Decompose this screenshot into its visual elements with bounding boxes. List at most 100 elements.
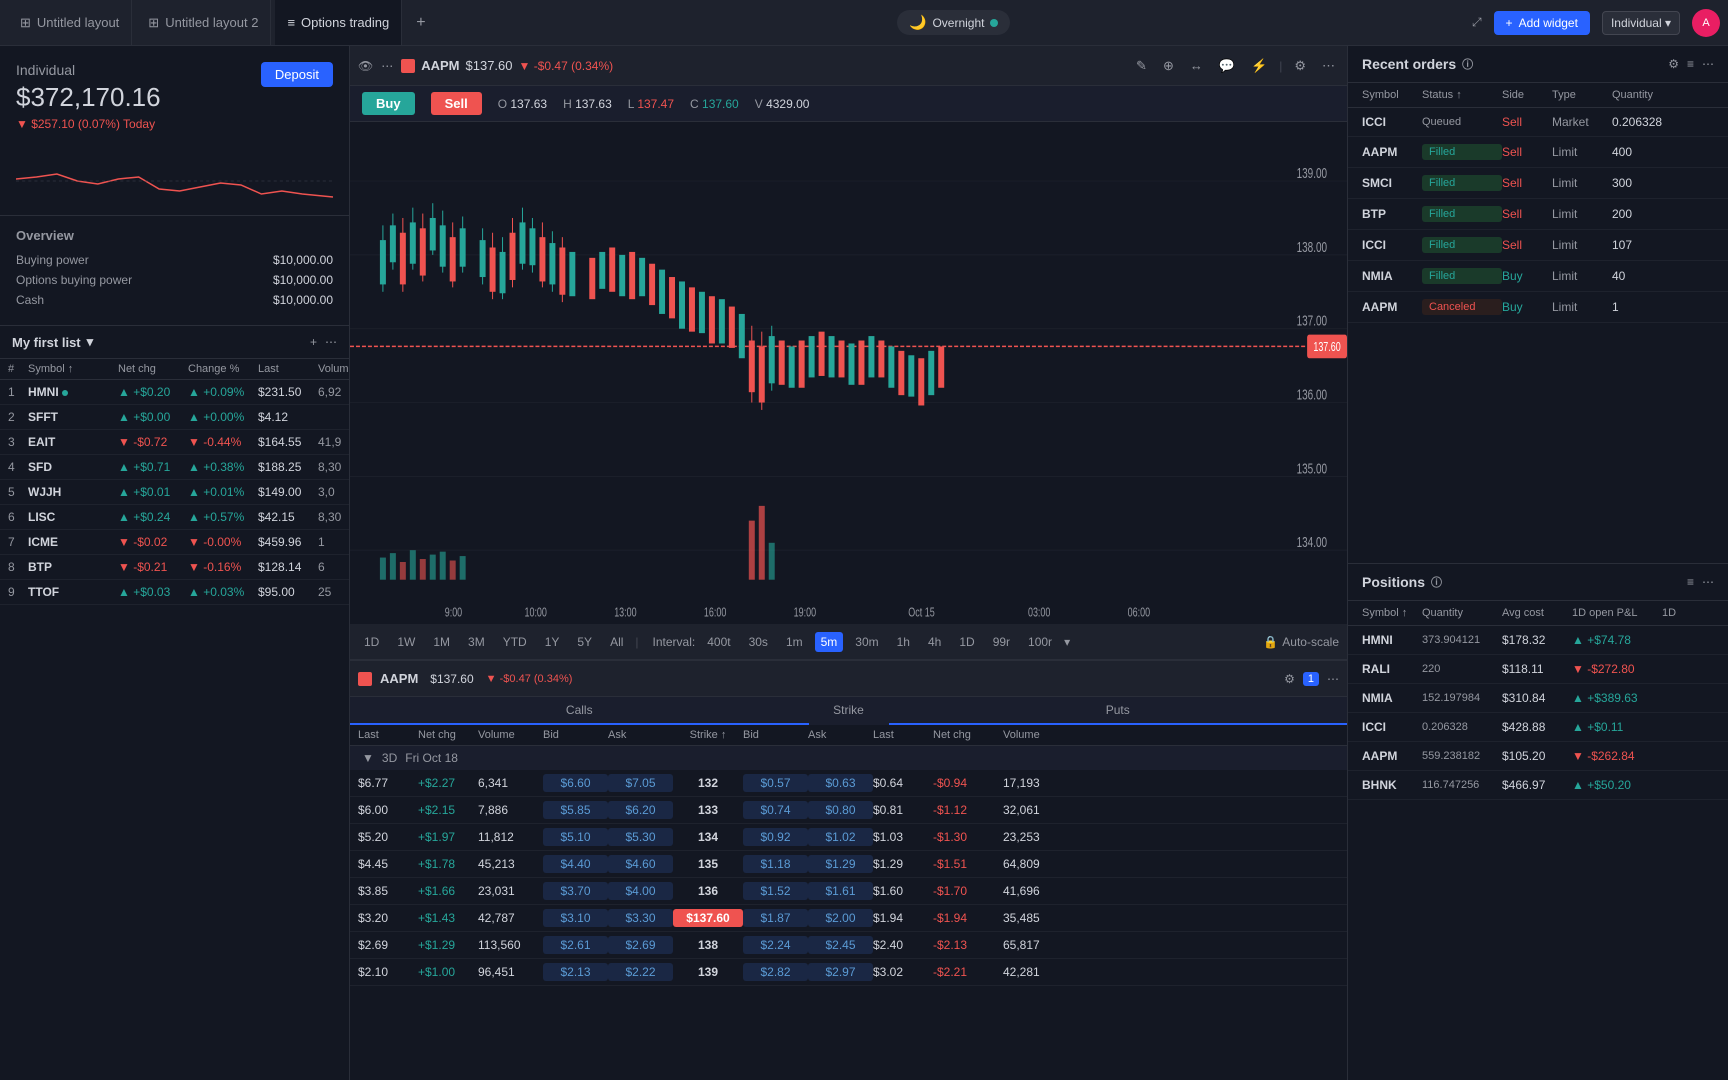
options-filter-icon[interactable]: ⚙ (1284, 672, 1295, 686)
positions-more-icon[interactable]: ⋯ (1702, 575, 1714, 589)
interval-3m[interactable]: 3M (462, 632, 491, 652)
positions-filter-icon[interactable]: ≡ (1687, 575, 1694, 589)
measure-tool[interactable]: ↔ (1186, 56, 1207, 75)
options-symbol-swatch (358, 672, 372, 686)
order-row[interactable]: ICCI Filled Sell Limit 107 (1348, 230, 1728, 261)
interval-1d[interactable]: 1D (358, 632, 385, 652)
interval-99r[interactable]: 99r (987, 632, 1016, 652)
order-side: Buy (1502, 269, 1552, 283)
watchlist-row[interactable]: 5 WJJH ▲ +$0.01 ▲ +0.01% $149.00 3,0 (0, 480, 349, 505)
order-row[interactable]: BTP Filled Sell Limit 200 (1348, 199, 1728, 230)
options-row[interactable]: $3.20 +$1.43 42,787 $3.10 $3.30 $137.60 … (350, 905, 1347, 932)
buy-button[interactable]: Buy (362, 92, 415, 115)
interval-5m[interactable]: 5m (815, 632, 844, 652)
interval-1m-t[interactable]: 1m (780, 632, 809, 652)
orders-settings-icon[interactable]: ⚙ (1668, 57, 1679, 71)
call-last: $5.20 (358, 830, 418, 844)
order-qty: 1 (1612, 300, 1682, 314)
watchlist-row[interactable]: 1 HMNI ▲ +$0.20 ▲ +0.09% $231.50 6,92 (0, 380, 349, 405)
order-row[interactable]: AAPM Filled Sell Limit 400 (1348, 137, 1728, 168)
options-row[interactable]: $4.45 +$1.78 45,213 $4.40 $4.60 135 $1.1… (350, 851, 1347, 878)
interval-1y[interactable]: 1Y (539, 632, 566, 652)
crosshair-tool[interactable]: ⊕ (1159, 56, 1178, 76)
chart-more-icon2[interactable]: ⋯ (1318, 56, 1339, 76)
watchlist-row[interactable]: 7 ICME ▼ -$0.02 ▼ -0.00% $459.96 1 (0, 530, 349, 555)
interval-1m[interactable]: 1M (427, 632, 456, 652)
deposit-button[interactable]: Deposit (261, 62, 333, 87)
position-row[interactable]: RALI 220 $118.11 ▼ -$272.80 (1348, 655, 1728, 684)
add-widget-button[interactable]: + Add widget (1494, 11, 1590, 35)
call-net: +$1.00 (418, 965, 478, 979)
overnight-pill[interactable]: 🌙 Overnight (897, 10, 1010, 35)
watchlist-row[interactable]: 2 SFFT ▲ +$0.00 ▲ +0.00% $4.12 (0, 405, 349, 430)
settings-icon[interactable]: ⚙ (1290, 56, 1310, 76)
chart-area[interactable]: 139.00 138.00 137.00 136.00 135.00 134.0… (350, 122, 1347, 624)
chart-more-icon[interactable]: ⋯ (381, 59, 393, 73)
ohlcv-low: L 137.47 (628, 97, 674, 111)
avatar[interactable]: A (1692, 9, 1720, 37)
order-row[interactable]: NMIA Filled Buy Limit 40 (1348, 261, 1728, 292)
status-badge: Filled (1422, 206, 1502, 222)
call-last: $6.00 (358, 803, 418, 817)
options-row[interactable]: $3.85 +$1.66 23,031 $3.70 $4.00 136 $1.5… (350, 878, 1347, 905)
pencil-tool[interactable]: ✎ (1132, 56, 1151, 76)
interval-100r[interactable]: 100r (1022, 632, 1058, 652)
options-row[interactable]: $6.77 +$2.27 6,341 $6.60 $7.05 132 $0.57… (350, 770, 1347, 797)
comment-tool[interactable]: 💬 (1215, 56, 1239, 76)
position-row[interactable]: BHNK 116.747256 $466.97 ▲ +$50.20 (1348, 771, 1728, 800)
watchlist-row[interactable]: 8 BTP ▼ -$0.21 ▼ -0.16% $128.14 6 (0, 555, 349, 580)
row-net-chg: ▲ +$0.03 (118, 585, 188, 599)
add-tab-button[interactable]: + (406, 14, 435, 32)
interval-arrow[interactable]: ▾ (1064, 635, 1070, 649)
interval-1w[interactable]: 1W (391, 632, 421, 652)
order-row[interactable]: AAPM Canceled Buy Limit 1 (1348, 292, 1728, 323)
watchlist-row[interactable]: 6 LISC ▲ +$0.24 ▲ +0.57% $42.15 8,30 (0, 505, 349, 530)
orders-more-icon[interactable]: ⋯ (1702, 57, 1714, 71)
more-options-icon[interactable]: ⋯ (325, 335, 337, 349)
add-watchlist-icon[interactable]: + (310, 335, 317, 349)
individual-select[interactable]: Individual ▾ (1602, 11, 1680, 35)
options-row[interactable]: $2.10 +$1.00 96,451 $2.13 $2.22 139 $2.8… (350, 959, 1347, 986)
row-last: $95.00 (258, 585, 318, 599)
order-row[interactable]: ICCI Queued Sell Market 0.206328 (1348, 108, 1728, 137)
orders-filter-icon[interactable]: ≡ (1687, 57, 1694, 71)
expand-icon[interactable]: ⤢ (1472, 15, 1482, 30)
tab-untitled-1[interactable]: ⊞ Untitled layout (8, 0, 132, 45)
interval-all[interactable]: All (604, 632, 629, 652)
interval-400t[interactable]: 400t (701, 632, 736, 652)
options-row[interactable]: $2.69 +$1.29 113,560 $2.61 $2.69 138 $2.… (350, 932, 1347, 959)
sell-button[interactable]: Sell (431, 92, 482, 115)
interval-30m[interactable]: 30m (849, 632, 884, 652)
put-net: -$1.94 (933, 911, 1003, 925)
options-row[interactable]: $6.00 +$2.15 7,886 $5.85 $6.20 133 $0.74… (350, 797, 1347, 824)
watchlist-row[interactable]: 4 SFD ▲ +$0.71 ▲ +0.38% $188.25 8,30 (0, 455, 349, 480)
position-row[interactable]: AAPM 559.238182 $105.20 ▼ -$262.84 (1348, 742, 1728, 771)
position-row[interactable]: ICCI 0.206328 $428.88 ▲ +$0.11 (1348, 713, 1728, 742)
order-row[interactable]: SMCI Filled Sell Limit 300 (1348, 168, 1728, 199)
strike-cell: 139 (673, 965, 743, 979)
interval-1h[interactable]: 1h (891, 632, 916, 652)
auto-scale[interactable]: 🔒 Auto-scale (1263, 635, 1339, 649)
chart-symbol[interactable]: AAPM (421, 58, 459, 73)
chevron-down-icon[interactable]: ▾ (87, 334, 94, 350)
interval-4h[interactable]: 4h (922, 632, 947, 652)
options-more-icon[interactable]: ⋯ (1327, 672, 1339, 686)
position-row[interactable]: HMNI 373.904121 $178.32 ▲ +$74.78 (1348, 626, 1728, 655)
interval-5y[interactable]: 5Y (571, 632, 598, 652)
position-row[interactable]: NMIA 152.197984 $310.84 ▲ +$389.63 (1348, 684, 1728, 713)
expand-row-icon[interactable]: ▼ (362, 751, 374, 765)
interval-ytd[interactable]: YTD (497, 632, 533, 652)
tab-untitled-2[interactable]: ⊞ Untitled layout 2 (136, 0, 271, 45)
grid-icon: ⊞ (20, 15, 31, 31)
interval-1d-t[interactable]: 1D (953, 632, 980, 652)
svg-text:Oct 15: Oct 15 (908, 606, 934, 620)
indicator-tool[interactable]: ⚡ (1247, 56, 1271, 76)
row-vol: 8,30 (318, 460, 349, 474)
watchlist-row[interactable]: 3 EAIT ▼ -$0.72 ▼ -0.44% $164.55 41,9 (0, 430, 349, 455)
tab-options[interactable]: ≡ Options trading (275, 0, 402, 45)
options-count: 1 (1303, 672, 1319, 686)
chart-eye-icon[interactable]: 👁 (358, 59, 373, 73)
options-row[interactable]: $5.20 +$1.97 11,812 $5.10 $5.30 134 $0.9… (350, 824, 1347, 851)
watchlist-row[interactable]: 9 TTOF ▲ +$0.03 ▲ +0.03% $95.00 25 (0, 580, 349, 605)
interval-30s[interactable]: 30s (743, 632, 774, 652)
